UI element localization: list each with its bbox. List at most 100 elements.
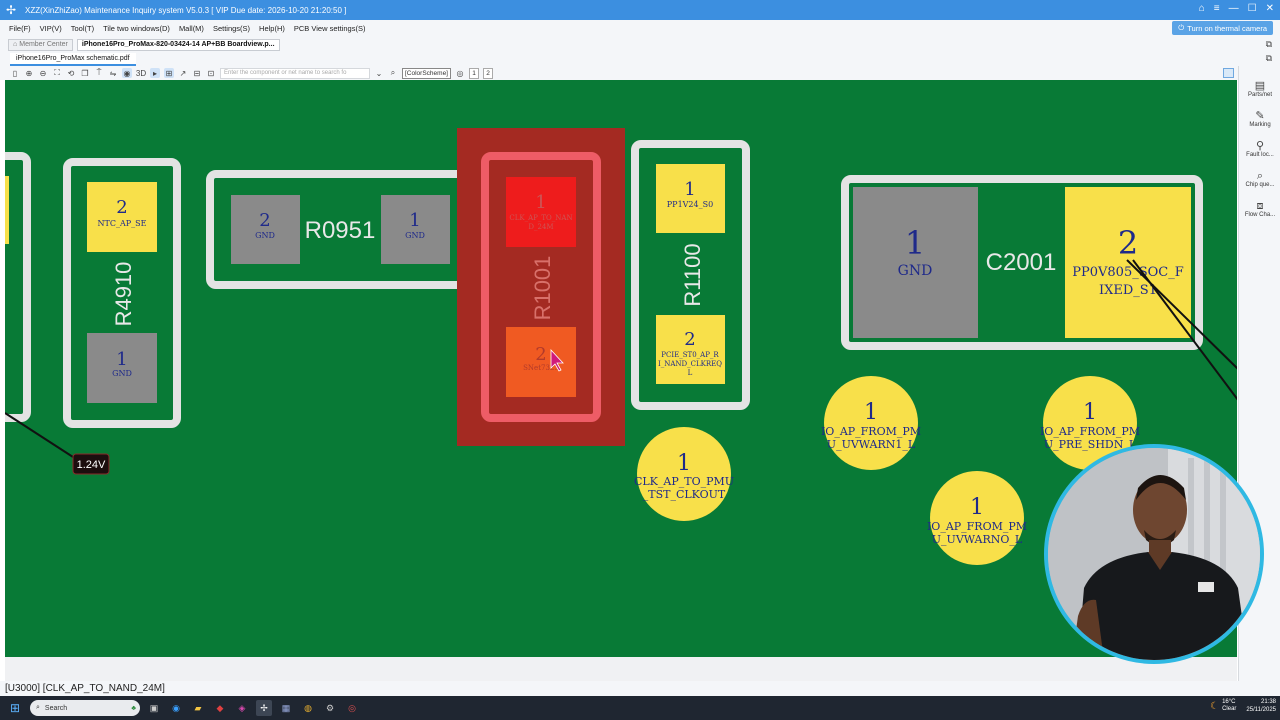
- app-red-icon[interactable]: ◆: [212, 700, 228, 716]
- view-3d-button[interactable]: 3D: [136, 68, 146, 78]
- testpoint-net-2: U_UVWARNO_L: [932, 533, 1023, 546]
- taskbar-pinned-apps: ▣ ◉ ▰ ◆ ◈ ✢ ▦ ◍ ⚙ ◎: [146, 700, 360, 716]
- open-icon[interactable]: ▯: [10, 68, 20, 78]
- thermal-camera-button[interactable]: ⏻ Turn on thermal camera: [1172, 21, 1273, 35]
- menu-bar: File(F) VIP(V) Tool(T) Tile two windows(…: [0, 20, 1280, 37]
- component-c2001[interactable]: 1 GND C2001 2 PP0V805_SOC_F IXED_S1: [841, 175, 1203, 350]
- tab-bar: ⌂ Member Center iPhone16Pro_ProMax-820-0…: [0, 37, 1280, 52]
- r1001-pad-2-pin: 2: [535, 344, 546, 365]
- menu-vip[interactable]: VIP(V): [40, 24, 62, 33]
- r0951-pad-2-net: GND: [255, 231, 275, 240]
- color-scheme-button[interactable]: [ColorScheme]: [402, 67, 451, 79]
- tab-boardview[interactable]: iPhone16Pro_ProMax-820-03424-14 AP+BB Bo…: [76, 38, 280, 51]
- trace-line: [5, 412, 74, 458]
- lock-icon[interactable]: ⊡: [206, 68, 216, 78]
- r4910-pad-1-net: GND: [112, 369, 132, 378]
- settings-gear-icon[interactable]: ⚙: [322, 700, 338, 716]
- weather-widget[interactable]: ☾ 16°C Clear: [1210, 699, 1236, 713]
- testpoint-io-uvwarn1[interactable]: 1 IO_AP_FROM_PM U_UVWARN1_L: [821, 376, 921, 470]
- close-button[interactable]: ✕: [1266, 3, 1274, 14]
- zoom-out-icon[interactable]: ⊖: [38, 68, 48, 78]
- chrome-icon[interactable]: ◍: [300, 700, 316, 716]
- rotate-icon[interactable]: ⟲: [66, 68, 76, 78]
- copy-icon[interactable]: ❐: [80, 68, 90, 78]
- search-highlight-icon: ♣: [131, 704, 136, 712]
- menu-icon[interactable]: ≡: [1214, 3, 1220, 14]
- fit-view-icon[interactable]: ⛶: [52, 68, 62, 78]
- window-controls: ⌂ ≡ — ☐ ✕: [1199, 3, 1274, 14]
- restore-panel-icon[interactable]: ⧉: [1266, 53, 1272, 64]
- taskbar-clock[interactable]: 21:38 25/11/2025: [1246, 698, 1276, 714]
- page-2-button[interactable]: 2: [483, 67, 493, 79]
- toolbar: ▯ ⊕ ⊖ ⛶ ⟲ ❐ ⍑ ⇋ ◉ 3D ▸ ⊞ ↗ ⊟ ⊡ Enter the…: [0, 66, 1280, 80]
- panel-parts-net[interactable]: ▤ Parts/net: [1239, 74, 1280, 104]
- trace-icon[interactable]: ↗: [178, 68, 188, 78]
- app-record-icon[interactable]: ◎: [344, 700, 360, 716]
- tab-member-center[interactable]: ⌂ Member Center: [8, 38, 73, 51]
- skin-icon[interactable]: ⌂: [1199, 3, 1205, 14]
- search-icon[interactable]: ⌕: [388, 68, 398, 78]
- maximize-panel-icon[interactable]: ⧉: [1266, 39, 1272, 50]
- component-r1100[interactable]: 1 PP1V24_S0 R1100 2 PCIE_ST0_AP_R I_NAND…: [631, 140, 750, 410]
- layer-icon[interactable]: ◉: [122, 68, 132, 78]
- title-bar: ✢ XZZ(XinZhiZao) Maintenance Inquiry sys…: [0, 0, 1280, 20]
- panel-chip-query[interactable]: ⌕ Chip que...: [1239, 164, 1280, 194]
- app-pink-icon[interactable]: ◈: [234, 700, 250, 716]
- flow-chart-icon: ⧈: [1256, 200, 1264, 212]
- select-icon[interactable]: ▸: [150, 68, 160, 78]
- menu-pcb-view-settings[interactable]: PCB View settings(S): [294, 24, 366, 33]
- taskbar-search-input[interactable]: ⌕ Search ♣: [30, 700, 140, 716]
- panel-fault-location[interactable]: ⚲ Fault loc...: [1239, 134, 1280, 164]
- r1100-label: R1100: [680, 243, 705, 306]
- pencil-icon: ✎: [1255, 110, 1265, 122]
- testpoint-pin: 1: [1083, 400, 1097, 425]
- app-gray-icon[interactable]: ▦: [278, 700, 294, 716]
- webcam-overlay: [1044, 444, 1264, 664]
- testpoint-clk-ap-to-pmu[interactable]: 1 CLK_AP_TO_PMU _TST_CLKOUT: [634, 427, 734, 521]
- voltage-tag-label: 1.24V: [77, 459, 106, 471]
- panel-marking[interactable]: ✎ Marking: [1239, 104, 1280, 134]
- xzz-app-icon[interactable]: ✢: [256, 700, 272, 716]
- r0951-label: R0951: [305, 217, 376, 244]
- edge-browser-icon[interactable]: ◉: [168, 700, 184, 716]
- net-highlight-icon[interactable]: ⊞: [164, 68, 174, 78]
- maximize-button[interactable]: ☐: [1248, 3, 1257, 14]
- task-view-icon[interactable]: ▣: [146, 700, 162, 716]
- minimize-button[interactable]: —: [1229, 3, 1239, 14]
- panel-toggle-button[interactable]: [1223, 68, 1234, 78]
- r0951-pad-1-net: GND: [405, 231, 425, 240]
- zoom-in-icon[interactable]: ⊕: [24, 68, 34, 78]
- c2001-pad-2[interactable]: [1065, 187, 1191, 338]
- tab-schematic-pdf[interactable]: iPhone16Pro_ProMax schematic.pdf: [10, 53, 136, 66]
- menu-file[interactable]: File(F): [9, 24, 31, 33]
- eye-icon[interactable]: ◎: [455, 68, 465, 78]
- menu-settings[interactable]: Settings(S): [213, 24, 250, 33]
- component-r4910[interactable]: 2 NTC_AP_SE R4910 1 GND: [63, 158, 181, 428]
- pin-icon[interactable]: ⍑: [94, 68, 104, 78]
- file-explorer-icon[interactable]: ▰: [190, 700, 206, 716]
- grid-icon[interactable]: ⊟: [192, 68, 202, 78]
- weather-temperature: 16°C: [1222, 699, 1236, 705]
- page-1-button[interactable]: 1: [469, 67, 479, 79]
- menu-help[interactable]: Help(H): [259, 24, 285, 33]
- component-r1001[interactable]: 1 CLK_AP_TO_NAN D_24M R1001 2 SNet7323: [457, 128, 625, 446]
- testpoint-io-uvwarn0[interactable]: 1 IO_AP_FROM_PM U_UVWARNO_L: [927, 471, 1027, 565]
- menu-tile-windows[interactable]: Tile two windows(D): [103, 24, 170, 33]
- home-icon: ⌂: [13, 41, 18, 48]
- r1100-pad-2-net-3: L: [688, 369, 693, 377]
- r0951-pad-2-pin: 2: [259, 210, 270, 231]
- windows-taskbar: ⊞ ⌕ Search ♣ ▣ ◉ ▰ ◆ ◈ ✢ ▦ ◍ ⚙ ◎ ☾ 16°C …: [0, 696, 1280, 720]
- partial-component-left[interactable]: [5, 152, 31, 422]
- c2001-label: C2001: [986, 249, 1057, 276]
- mirror-icon[interactable]: ⇋: [108, 68, 118, 78]
- windows-start-icon[interactable]: ⊞: [4, 697, 26, 719]
- dropdown-chevron-icon[interactable]: ⌄: [374, 68, 384, 78]
- r1100-pad-2-pin: 2: [684, 329, 695, 350]
- menu-tool[interactable]: Tool(T): [71, 24, 94, 33]
- component-search-input[interactable]: Enter the component or net name to searc…: [220, 67, 370, 79]
- horizontal-scrollbar[interactable]: [5, 657, 1237, 681]
- menu-mall[interactable]: Mall(M): [179, 24, 204, 33]
- panel-flow-chart[interactable]: ⧈ Flow Cha...: [1239, 194, 1280, 224]
- status-text: [U3000] [CLK_AP_TO_NAND_24M]: [5, 683, 165, 694]
- component-r0951[interactable]: 2 GND R0951 1 GND: [206, 170, 474, 289]
